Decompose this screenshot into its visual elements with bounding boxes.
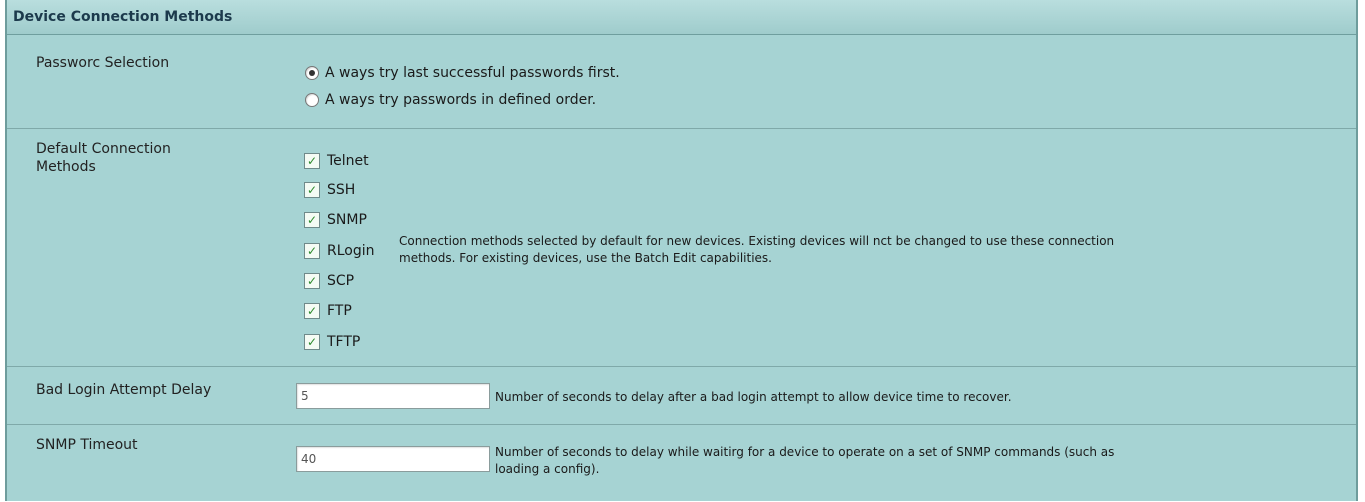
- connection-methods-description: Connection methods selected by default f…: [399, 233, 1114, 267]
- snmp-timeout-description: Number of seconds to delay while waitirg…: [495, 444, 1114, 478]
- connection-methods-description-line2: methods. For existing devices, use the B…: [399, 251, 772, 265]
- device-connection-panel: Device Connection Methods Passworc Selec…: [5, 0, 1358, 501]
- method-label: Telnet: [327, 153, 369, 169]
- tftp-checkbox[interactable]: ✓: [304, 334, 320, 350]
- method-tftp[interactable]: ✓ TFTP: [304, 334, 360, 350]
- connection-methods-description-line1: Connection methods selected by default f…: [399, 234, 1115, 248]
- connection-methods-label-line1: Default Connection: [36, 141, 171, 157]
- ssh-checkbox[interactable]: ✓: [304, 182, 320, 198]
- method-rlogin[interactable]: ✓ RLogin: [304, 243, 375, 259]
- method-scp[interactable]: ✓ SCP: [304, 273, 354, 289]
- radio-option-defined-order[interactable]: A ways try passwords in defined order.: [305, 92, 596, 108]
- bad-login-delay-label: Bad Login Attempt Delay: [36, 382, 212, 398]
- method-label: SCP: [327, 273, 355, 289]
- radio-option-last-successful[interactable]: A ways try last successful passwords fir…: [305, 65, 620, 81]
- scp-checkbox[interactable]: ✓: [304, 273, 320, 289]
- radio-label: A ways try passwords in defined order.: [325, 92, 597, 108]
- password-selection-label: Passworc Selection: [36, 55, 170, 71]
- method-ftp[interactable]: ✓ FTP: [304, 303, 352, 319]
- snmp-timeout-description-line2: loading a config).: [495, 462, 600, 476]
- method-label: SNMP: [327, 212, 367, 228]
- method-label: FTP: [327, 303, 352, 319]
- method-label: RLogin: [327, 243, 375, 259]
- radio-button[interactable]: [305, 93, 319, 107]
- method-label: TFTP: [327, 334, 361, 350]
- snmp-timeout-input[interactable]: 40: [296, 446, 490, 472]
- connection-methods-row: Default Connection Methods ✓ Telnet ✓ SS…: [7, 128, 1356, 367]
- snmp-timeout-description-line1: Number of seconds to delay while waitirg…: [495, 445, 1115, 459]
- method-telnet[interactable]: ✓ Telnet: [304, 153, 369, 169]
- telnet-checkbox[interactable]: ✓: [304, 153, 320, 169]
- radio-button-selected[interactable]: [305, 66, 319, 80]
- snmp-timeout-row: SNMP Timeout 40 Number of seconds to del…: [7, 424, 1356, 502]
- connection-methods-label-line2: Methods: [36, 159, 96, 175]
- radio-label: A ways try last successful passwords fir…: [325, 65, 620, 81]
- snmp-checkbox[interactable]: ✓: [304, 212, 320, 228]
- snmp-timeout-label: SNMP Timeout: [36, 437, 138, 453]
- bad-login-delay-description: Number of seconds to delay after a bad l…: [495, 390, 1012, 404]
- bad-login-delay-input[interactable]: 5: [296, 383, 490, 409]
- rlogin-checkbox[interactable]: ✓: [304, 243, 320, 259]
- method-label: SSH: [327, 182, 356, 198]
- ftp-checkbox[interactable]: ✓: [304, 303, 320, 319]
- connection-methods-label: Default Connection Methods: [36, 140, 171, 176]
- password-selection-row: Passworc Selection A ways try last succe…: [7, 34, 1356, 128]
- bad-login-delay-row: Bad Login Attempt Delay 5 Number of seco…: [7, 366, 1356, 425]
- panel-title: Device Connection Methods: [7, 0, 1356, 35]
- method-ssh[interactable]: ✓ SSH: [304, 182, 355, 198]
- method-snmp[interactable]: ✓ SNMP: [304, 212, 367, 228]
